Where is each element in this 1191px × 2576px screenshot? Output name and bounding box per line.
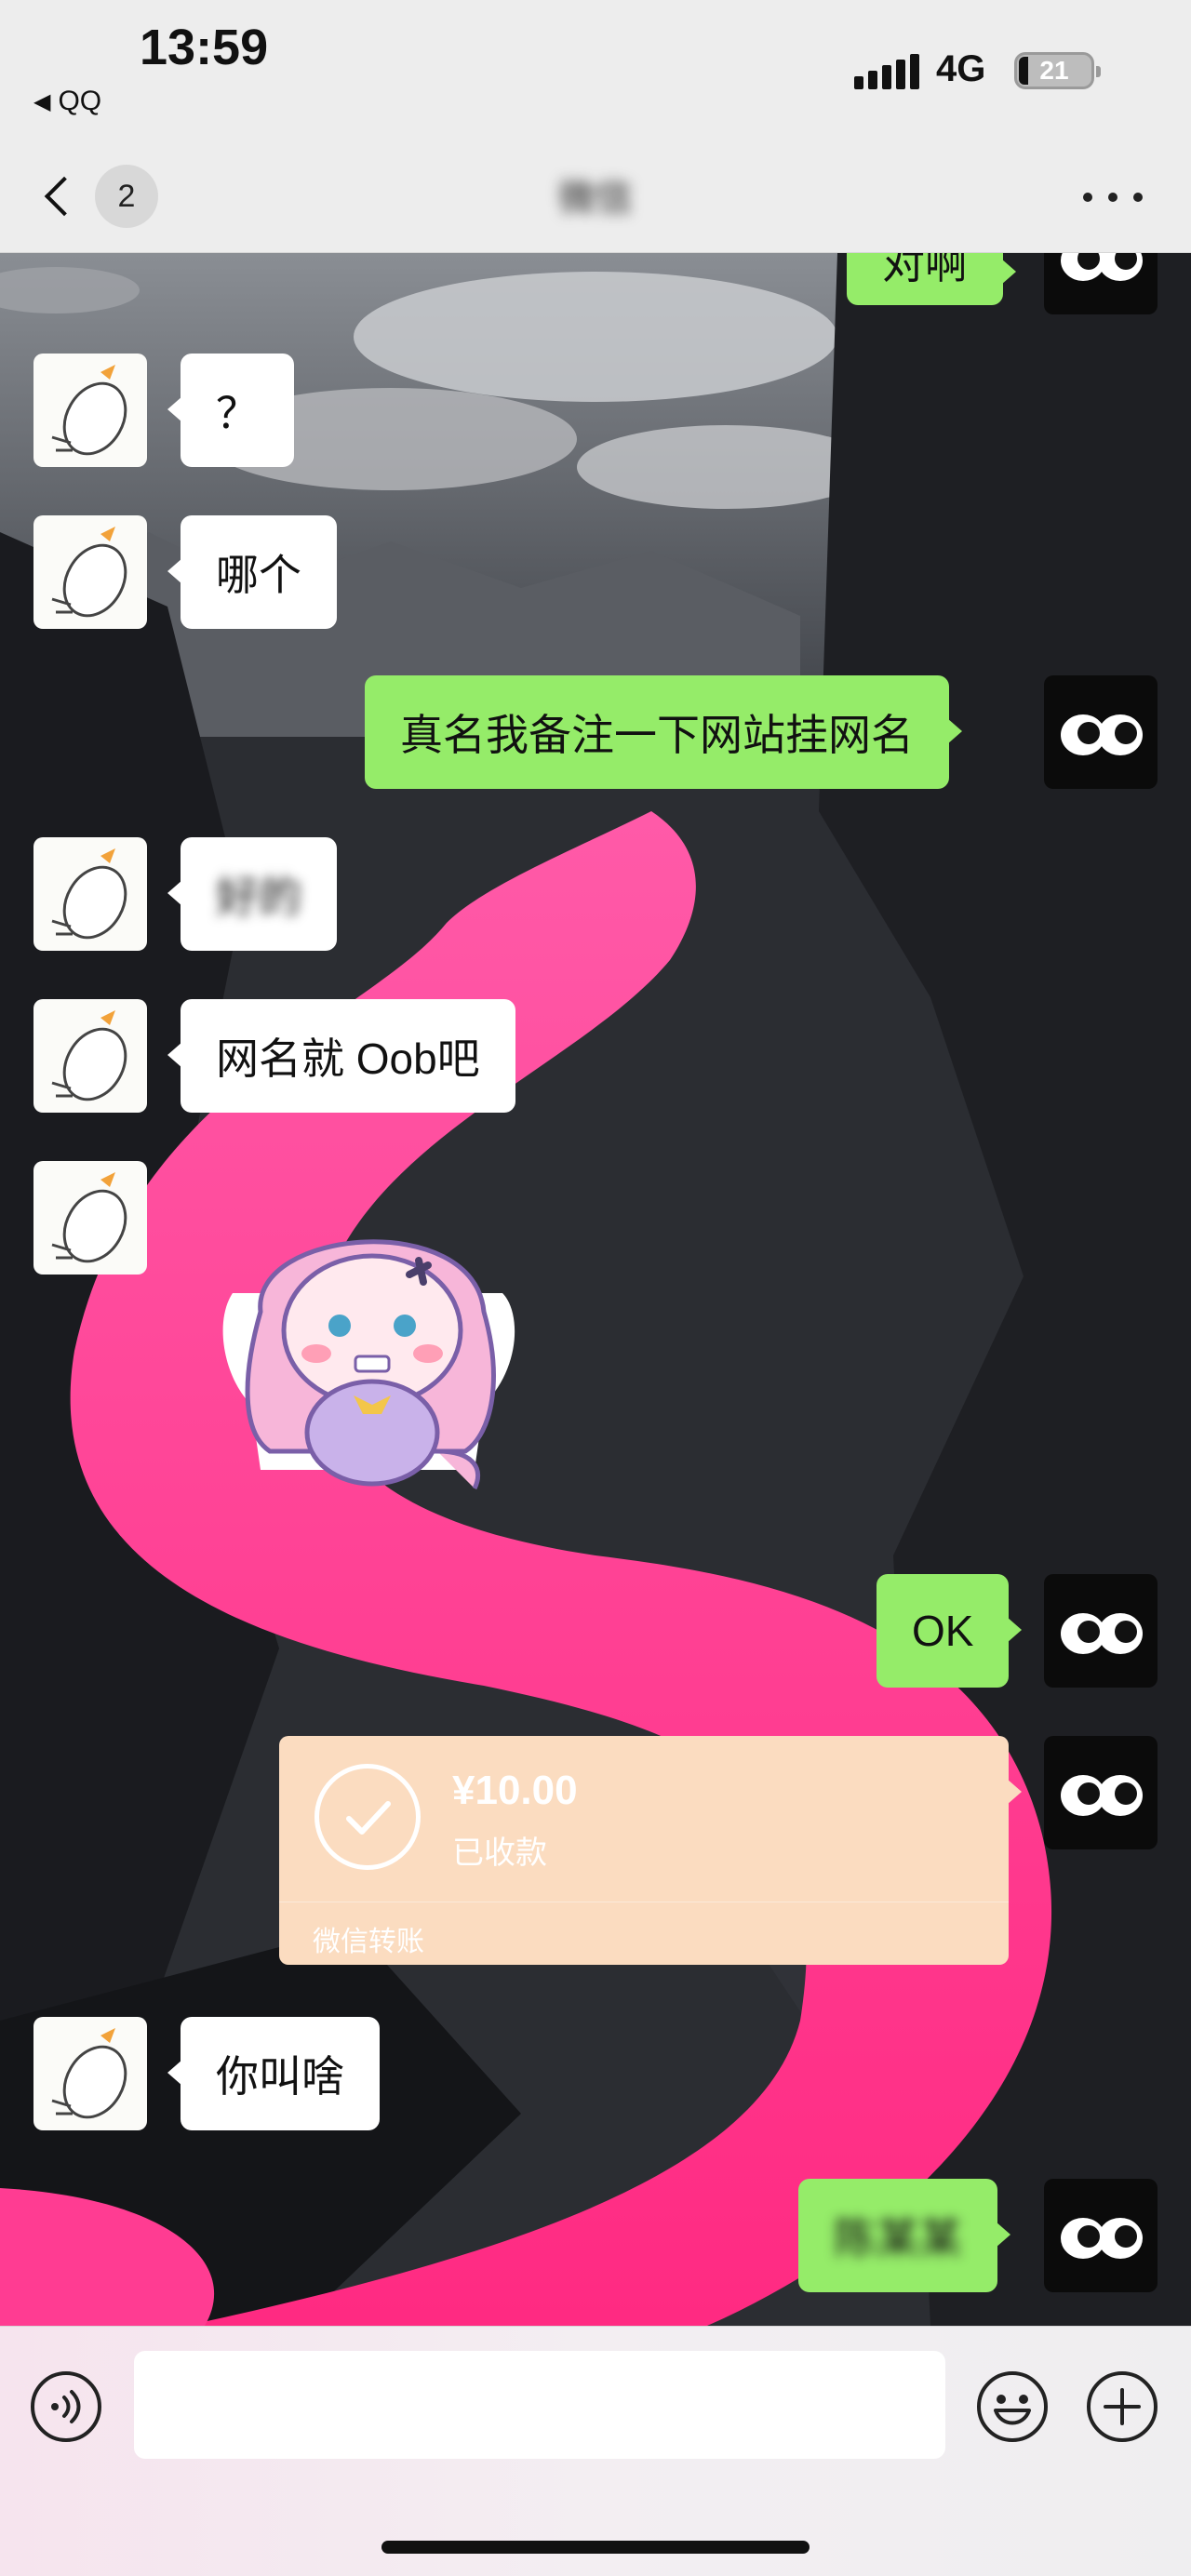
message-bubble-them[interactable]: 好的 <box>167 837 337 951</box>
duck-avatar-icon <box>51 1010 127 1101</box>
message-bubble-them[interactable]: 网名就 Oob吧 <box>167 999 515 1113</box>
battery-icon: 21 <box>1014 52 1101 89</box>
eyes-avatar-icon <box>1061 714 1143 755</box>
message-text: ？ <box>216 389 259 437</box>
input-bar <box>0 2326 1191 2576</box>
back-button[interactable]: 2 <box>37 164 158 229</box>
message-bubble-them[interactable]: ？ <box>167 354 294 467</box>
my-avatar[interactable] <box>1044 2179 1158 2292</box>
eyes-avatar-icon <box>1061 1613 1143 1654</box>
status-time: 13:59 <box>140 20 269 75</box>
voice-icon[interactable] <box>29 2369 103 2444</box>
eyes-avatar-icon <box>1061 2218 1143 2259</box>
eyes-avatar-icon <box>1061 253 1143 281</box>
anime-girl-sticker[interactable] <box>195 1172 540 1526</box>
back-to-app-link[interactable]: ◀ QQ <box>33 86 101 117</box>
message-bubble-me[interactable]: 陈某某 <box>798 2179 1010 2292</box>
contact-avatar[interactable] <box>33 354 147 467</box>
contact-avatar[interactable] <box>33 837 147 951</box>
message-bubble-them[interactable]: 哪个 <box>167 515 337 629</box>
transfer-amount: ¥10.00 <box>452 1768 578 1813</box>
contact-avatar[interactable] <box>33 999 147 1113</box>
contact-avatar[interactable] <box>33 1161 147 1275</box>
message-text: 好的 <box>216 873 301 921</box>
duck-avatar-icon <box>51 1172 127 1263</box>
message-input[interactable] <box>134 2351 945 2459</box>
message-bubble-me[interactable]: 真名我备注一下网站挂网名 <box>365 675 962 789</box>
my-avatar[interactable] <box>1044 1736 1158 1849</box>
plus-icon[interactable] <box>1085 2369 1159 2444</box>
check-circle-icon <box>314 1764 421 1870</box>
chat-area[interactable]: 对啊 ？ 哪个 真名我备注一下网站挂网名 好的 网名就 Oob吧 OK ¥10.… <box>0 253 1191 2326</box>
message-bubble-me[interactable]: OK <box>877 1574 1023 1688</box>
duck-avatar-icon <box>51 848 127 940</box>
my-avatar[interactable] <box>1044 253 1158 314</box>
emoji-icon[interactable] <box>975 2369 1050 2444</box>
my-avatar[interactable] <box>1044 1574 1158 1688</box>
network-label: 4G <box>936 48 986 89</box>
message-text: OK <box>912 1607 974 1655</box>
contact-avatar[interactable] <box>33 2017 147 2130</box>
duck-avatar-icon <box>51 2028 127 2119</box>
contact-avatar[interactable] <box>33 515 147 629</box>
transfer-status: 已收款 <box>452 1835 547 1871</box>
message-text: 你叫啥 <box>216 2052 344 2101</box>
message-text: 陈某某 <box>834 2214 962 2262</box>
back-triangle-icon: ◀ <box>33 88 51 114</box>
status-bar: 13:59 ◀ QQ 4G 21 <box>0 0 1191 140</box>
message-text: 网名就 Oob吧 <box>216 1034 480 1083</box>
transfer-label: 微信转账 <box>313 1927 424 1957</box>
chat-header: 2 微信 <box>0 140 1191 253</box>
message-text: 真名我备注一下网站挂网名 <box>400 711 914 759</box>
message-text: 对啊 <box>882 253 968 287</box>
more-dots-icon[interactable] <box>1083 188 1143 207</box>
unread-badge: 2 <box>95 165 158 228</box>
home-indicator[interactable] <box>381 2541 810 2554</box>
eyes-avatar-icon <box>1061 1775 1143 1816</box>
message-bubble-me[interactable]: 对啊 <box>847 253 1016 305</box>
duck-avatar-icon <box>51 365 127 456</box>
duck-avatar-icon <box>51 527 127 618</box>
chat-title[interactable]: 微信 <box>544 167 647 220</box>
message-text: 哪个 <box>216 551 301 599</box>
transfer-card[interactable]: ¥10.00 已收款 微信转账 <box>279 1736 1022 1965</box>
my-avatar[interactable] <box>1044 675 1158 789</box>
message-bubble-them[interactable]: 你叫啥 <box>167 2017 380 2130</box>
chevron-left-icon <box>44 176 85 217</box>
battery-level: 21 <box>1039 56 1069 85</box>
signal-icon <box>854 52 919 89</box>
back-app-label: QQ <box>58 86 102 116</box>
